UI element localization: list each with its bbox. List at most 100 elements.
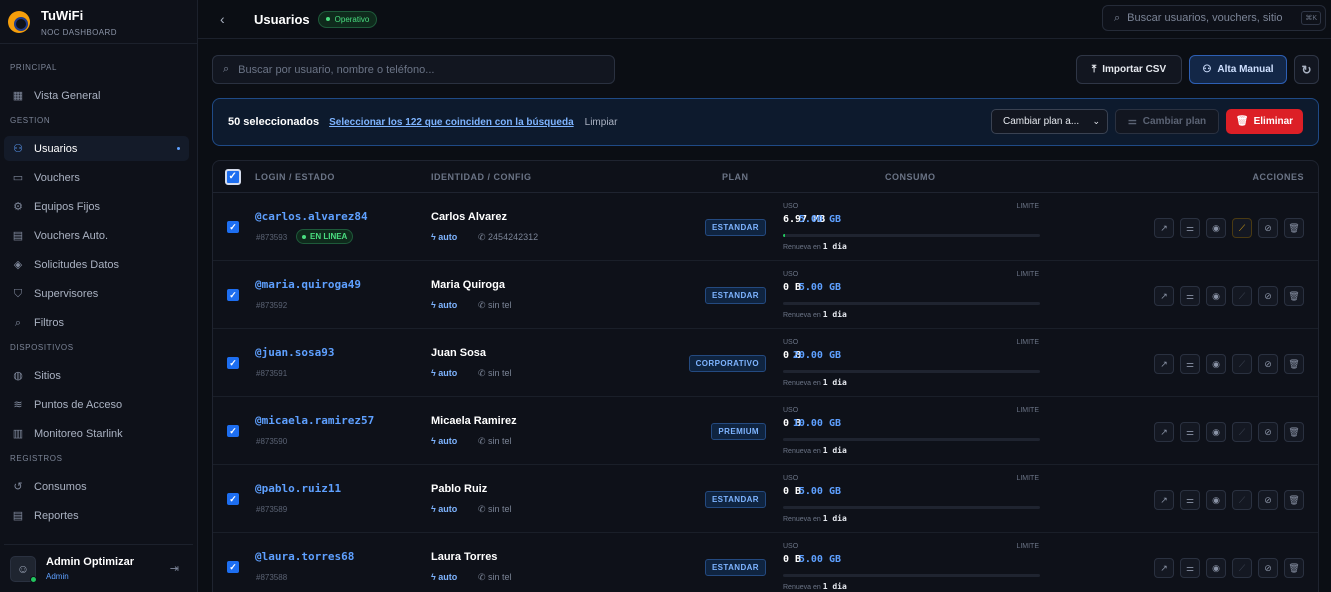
user-login[interactable]: @laura.torres68 — [255, 550, 354, 563]
clear-selection-link[interactable]: Limpiar — [585, 117, 618, 128]
trash-button[interactable]: 🗑 — [1284, 558, 1304, 578]
sidebar-item-solicitudes-datos[interactable]: ◈ Solicitudes Datos — [4, 252, 189, 277]
select-all-checkbox[interactable]: ✓ — [225, 169, 241, 185]
sidebar-item-consumos[interactable]: ↺ Consumos — [4, 474, 189, 499]
table-row[interactable]: ✓ @carlos.alvarez84 #873593 EN LINEA Carlos … — [213, 193, 1318, 261]
table-row[interactable]: ✓ @pablo.ruiz11 #873589 Pablo Ruiz ϟ auto ✆ s… — [213, 465, 1318, 533]
user-login[interactable]: @pablo.ruiz11 — [255, 482, 341, 495]
brand-title: TuWiFi — [41, 8, 84, 23]
eye-button[interactable]: ◉ — [1206, 286, 1226, 306]
sidebar-item-vouchers[interactable]: ▭ Vouchers — [4, 165, 189, 190]
row-checkbox[interactable]: ✓ — [227, 221, 239, 233]
sidebar-item-vouchers-auto[interactable]: ▤ Vouchers Auto. — [4, 223, 189, 248]
eye-button[interactable]: ◉ — [1206, 490, 1226, 510]
usage-label: USO — [783, 271, 799, 278]
block-button[interactable]: ⊘ — [1258, 422, 1278, 442]
sidebar-item-supervisores[interactable]: ⛉ Supervisores — [4, 281, 189, 306]
sidebar-item-vista-general[interactable]: ▦ Vista General — [4, 83, 189, 108]
change-plan-button[interactable]: ⚌ Cambiar plan — [1115, 109, 1219, 134]
table-row[interactable]: ✓ @micaela.ramirez57 #873590 Micaela Ramire… — [213, 397, 1318, 465]
table-row[interactable]: ✓ @maria.quiroga49 #873592 Maria Quiroga ϟ a… — [213, 261, 1318, 329]
open-button[interactable]: ↗ — [1154, 354, 1174, 374]
eye-button[interactable]: ◉ — [1206, 218, 1226, 238]
logout-icon[interactable]: ⇥ — [170, 562, 179, 575]
config-label: auto — [438, 232, 458, 242]
sidebar-item-puntos-de-acceso[interactable]: ≋ Puntos de Acceso — [4, 392, 189, 417]
wifi-off-button[interactable]: ⟋ — [1232, 354, 1252, 374]
col-login[interactable]: LOGIN / ESTADO — [255, 172, 335, 182]
wifi-off-button[interactable]: ⟋ — [1232, 490, 1252, 510]
open-button[interactable]: ↗ — [1154, 286, 1174, 306]
eye-button[interactable]: ◉ — [1206, 558, 1226, 578]
upload-icon: ⤒ — [1091, 64, 1097, 75]
table-row[interactable]: ✓ @laura.torres68 #873588 Laura Torres ϟ aut… — [213, 533, 1318, 592]
sidebar-item-reportes[interactable]: ▤ Reportes — [4, 503, 189, 528]
sidebar-item-equipos-fijos[interactable]: ⚙ Equipos Fijos — [4, 194, 189, 219]
wifi-off-button[interactable]: ⟋ — [1232, 286, 1252, 306]
usage-label: USO — [783, 339, 799, 346]
renewal-prefix: Renueva en — [783, 244, 821, 251]
renewal-value: 1 dia — [822, 582, 847, 591]
trash-button[interactable]: 🗑 — [1284, 218, 1304, 238]
sliders-button[interactable]: ⚌ — [1180, 490, 1200, 510]
sliders-button[interactable]: ⚌ — [1180, 286, 1200, 306]
col-identity[interactable]: IDENTIDAD / CONFIG — [431, 172, 532, 182]
block-button[interactable]: ⊘ — [1258, 286, 1278, 306]
global-search-input[interactable]: ⌕ Buscar usuarios, vouchers, sitio ⌘K — [1102, 5, 1326, 31]
grid-icon: ▦ — [12, 89, 24, 102]
col-consumo[interactable]: CONSUMO — [885, 172, 936, 182]
row-checkbox[interactable]: ✓ — [227, 561, 239, 573]
block-button[interactable]: ⊘ — [1258, 354, 1278, 374]
brand[interactable]: TuWiFi NOC DASHBOARD — [0, 0, 197, 43]
wifi-off-icon: ⟋ — [1238, 290, 1246, 301]
open-button[interactable]: ↗ — [1154, 558, 1174, 578]
eye-button[interactable]: ◉ — [1206, 354, 1226, 374]
trash-button[interactable]: 🗑 — [1284, 286, 1304, 306]
usage-bar-fill — [783, 234, 786, 237]
block-button[interactable]: ⊘ — [1258, 558, 1278, 578]
back-icon[interactable]: ‹ — [220, 11, 234, 27]
block-button[interactable]: ⊘ — [1258, 218, 1278, 238]
wifi-off-button[interactable]: ⟋ — [1232, 218, 1252, 238]
open-button[interactable]: ↗ — [1154, 490, 1174, 510]
user-profile[interactable]: ☺ Admin Optimizar Admin ⇥ — [4, 544, 193, 592]
sidebar-item-usuarios[interactable]: ⚇ Usuarios — [4, 136, 189, 161]
refresh-button[interactable]: ↻ — [1294, 55, 1319, 84]
sliders-button[interactable]: ⚌ — [1180, 218, 1200, 238]
table-row[interactable]: ✓ @juan.sosa93 #873591 Juan Sosa ϟ auto ✆ sin… — [213, 329, 1318, 397]
row-checkbox[interactable]: ✓ — [227, 425, 239, 437]
open-button[interactable]: ↗ — [1154, 422, 1174, 442]
user-search-input[interactable]: ⌕ Buscar por usuario, nombre o teléfono.… — [212, 55, 615, 84]
open-button[interactable]: ↗ — [1154, 218, 1174, 238]
eye-button[interactable]: ◉ — [1206, 422, 1226, 442]
sidebar-item-filtros[interactable]: ⌕ Filtros — [4, 310, 189, 335]
trash-button[interactable]: 🗑 — [1284, 490, 1304, 510]
user-login[interactable]: @juan.sosa93 — [255, 346, 334, 359]
trash-button[interactable]: 🗑 — [1284, 354, 1304, 374]
page-title: Usuarios — [254, 11, 310, 27]
block-button[interactable]: ⊘ — [1258, 490, 1278, 510]
sidebar-item-sitios[interactable]: ◍ Sitios — [4, 363, 189, 388]
add-user-button[interactable]: ⚇ Alta Manual — [1189, 55, 1287, 84]
plan-select[interactable]: Cambiar plan a... ⌄ — [991, 109, 1108, 134]
delete-button[interactable]: 🗑 Eliminar — [1226, 109, 1303, 134]
select-all-link[interactable]: Seleccionar los 122 que coinciden con la… — [329, 117, 574, 128]
wifi-off-button[interactable]: ⟋ — [1232, 422, 1252, 442]
import-csv-button[interactable]: ⤒ Importar CSV — [1076, 55, 1182, 84]
row-checkbox[interactable]: ✓ — [227, 289, 239, 301]
user-login[interactable]: @carlos.alvarez84 — [255, 210, 368, 223]
row-checkbox[interactable]: ✓ — [227, 357, 239, 369]
sliders-button[interactable]: ⚌ — [1180, 422, 1200, 442]
col-plan[interactable]: PLAN — [722, 172, 749, 182]
sliders-button[interactable]: ⚌ — [1180, 558, 1200, 578]
user-login[interactable]: @micaela.ramirez57 — [255, 414, 374, 427]
row-checkbox[interactable]: ✓ — [227, 493, 239, 505]
search-icon: ⌕ — [1114, 11, 1121, 24]
wifi-off-button[interactable]: ⟋ — [1232, 558, 1252, 578]
sliders-button[interactable]: ⚌ — [1180, 354, 1200, 374]
user-login[interactable]: @maria.quiroga49 — [255, 278, 361, 291]
trash-button[interactable]: 🗑 — [1284, 422, 1304, 442]
sidebar-item-monitoreo-starlink[interactable]: ▥ Monitoreo Starlink — [4, 421, 189, 446]
eye-icon: ◉ — [1212, 426, 1220, 437]
config-label: auto — [438, 300, 458, 310]
